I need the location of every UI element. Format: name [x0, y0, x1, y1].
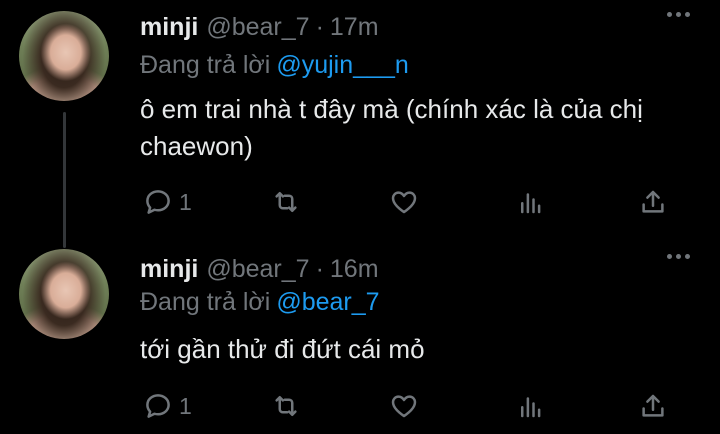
tweet-header: minji @bear_7 · 16m [140, 255, 379, 284]
replying-to: Đang trả lời @bear_7 [140, 288, 380, 317]
tweet[interactable]: minji @bear_7 · 17m Đang trả lời @yujin__… [0, 0, 720, 236]
tweet-actions: 1 [140, 187, 680, 219]
retweet-icon [275, 192, 297, 212]
tweet-actions: 1 [140, 391, 680, 423]
reply-count: 1 [179, 392, 192, 419]
retweet-button[interactable] [271, 391, 301, 421]
author-handle[interactable]: @bear_7 [206, 255, 309, 284]
reply-button[interactable]: 1 [143, 187, 192, 217]
author-handle[interactable]: @bear_7 [206, 13, 309, 42]
reply-button[interactable]: 1 [143, 391, 192, 421]
tweet-text: tới gần thử đi đứt cái mỏ [140, 334, 425, 364]
separator-dot: · [315, 255, 324, 283]
replying-to: Đang trả lời @yujin___n [140, 51, 409, 80]
author-name[interactable]: minji [140, 255, 198, 284]
retweet-icon [275, 396, 297, 416]
share-icon [642, 190, 664, 213]
reply-icon [146, 394, 170, 418]
like-icon [391, 395, 417, 418]
reply-icon [146, 190, 170, 214]
like-button[interactable] [389, 391, 419, 421]
replying-prefix: Đang trả lời [140, 288, 271, 316]
timestamp[interactable]: 17m [330, 13, 379, 42]
more-icon [667, 254, 690, 259]
tweet-text: ô em trai nhà t đây mà (chính xác là của… [140, 94, 643, 161]
share-button[interactable] [638, 187, 668, 217]
separator-dot: · [315, 13, 324, 41]
share-button[interactable] [638, 391, 668, 421]
more-icon [667, 12, 690, 17]
view-stats-button[interactable] [516, 391, 546, 421]
tweet-header: minji @bear_7 · 17m [140, 13, 379, 42]
avatar[interactable] [19, 249, 109, 339]
tweet[interactable]: minji @bear_7 · 16m Đang trả lời @bear_7 … [0, 236, 720, 434]
author-name[interactable]: minji [140, 13, 198, 42]
share-icon [642, 394, 664, 417]
replying-prefix: Đang trả lời [140, 51, 271, 79]
view-stats-button[interactable] [516, 187, 546, 217]
timestamp[interactable]: 16m [330, 255, 379, 284]
stats-icon [521, 193, 541, 214]
avatar[interactable] [19, 11, 109, 101]
reply-count: 1 [179, 188, 192, 215]
mention-link[interactable]: @bear_7 [276, 288, 379, 316]
like-button[interactable] [389, 187, 419, 217]
stats-icon [521, 397, 541, 418]
more-options-button[interactable] [667, 254, 690, 259]
retweet-button[interactable] [271, 187, 301, 217]
more-options-button[interactable] [667, 12, 690, 17]
like-icon [391, 191, 417, 214]
mention-link[interactable]: @yujin___n [276, 51, 408, 79]
